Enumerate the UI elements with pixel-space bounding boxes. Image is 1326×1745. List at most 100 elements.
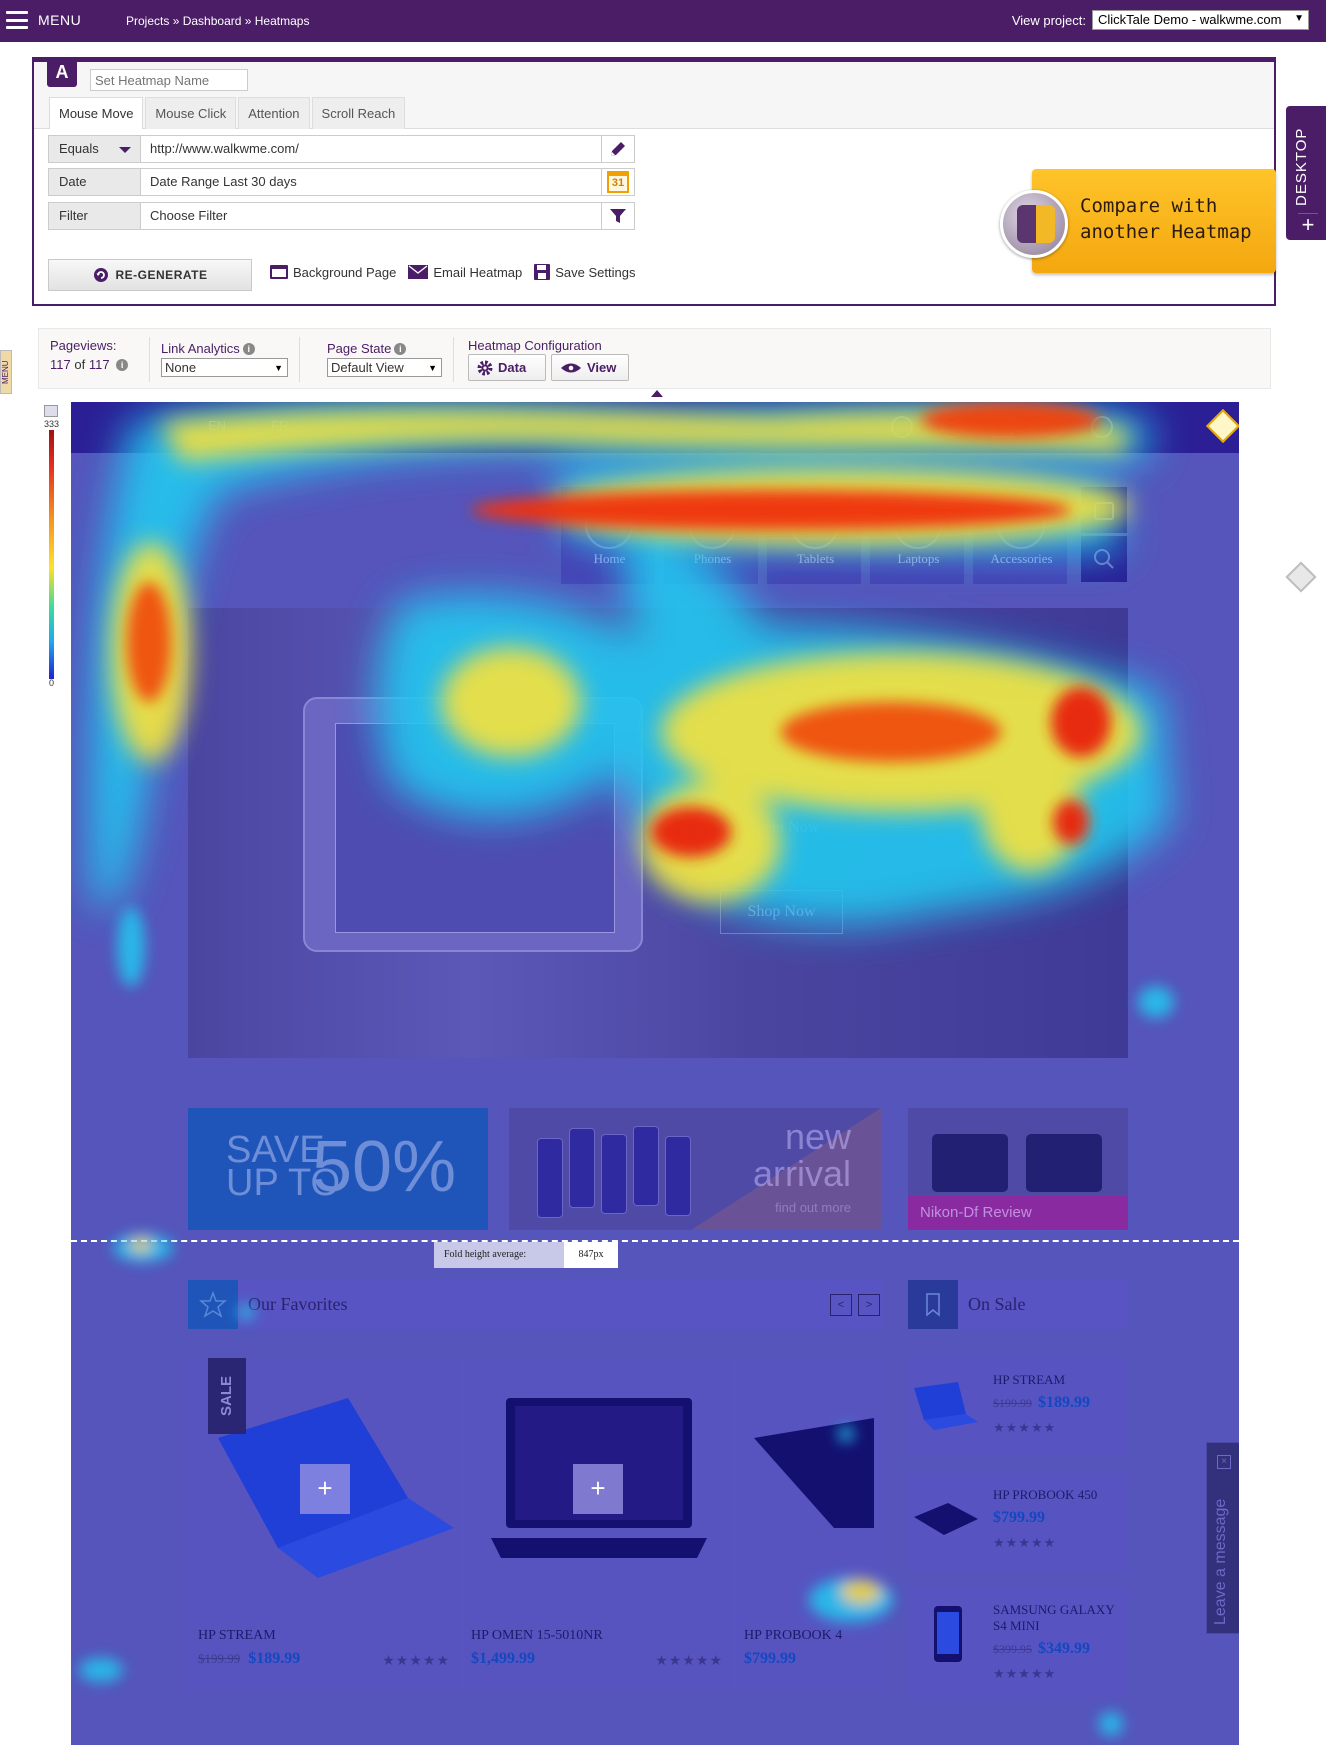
- leave-message-label: Leave a message: [1212, 1498, 1229, 1625]
- breadcrumb-separator: »: [241, 14, 255, 28]
- side-menu-tab[interactable]: MENU: [0, 350, 12, 394]
- phone-icon: [688, 501, 736, 549]
- bag-icon[interactable]: [991, 416, 1013, 438]
- pageviews-label: Pageviews:: [50, 338, 117, 353]
- site-top-bar: EN FR: [71, 402, 1239, 453]
- collapse-arrow-icon[interactable]: [651, 390, 663, 397]
- category-tablets[interactable]: Tablets: [767, 487, 864, 584]
- product-price: $1,499.99: [471, 1650, 535, 1667]
- regenerate-label: RE-GENERATE: [115, 268, 208, 282]
- sale-item-name: HP STREAM: [993, 1372, 1066, 1387]
- carousel-next-button[interactable]: >: [858, 1294, 880, 1316]
- fold-height-value: 847px: [564, 1242, 618, 1268]
- date-range-field[interactable]: Date Range Last 30 days: [141, 169, 601, 195]
- add-to-cart-button[interactable]: +: [573, 1464, 623, 1514]
- sale-item-price: $799.99: [993, 1509, 1045, 1526]
- background-page-button[interactable]: Background Page: [270, 264, 396, 280]
- product-card[interactable]: + HP OMEN 15-5010NR $1,499.99 ★★★★★: [461, 1358, 737, 1691]
- url-filter-row: Equals http://www.walkwme.com/: [48, 135, 635, 163]
- heatmap-letter-badge: A: [47, 58, 77, 87]
- camera-image: [1026, 1134, 1102, 1192]
- date-picker-button[interactable]: 31: [601, 169, 634, 195]
- info-icon[interactable]: i: [242, 343, 255, 355]
- phone-thumbnail: [934, 1606, 962, 1662]
- close-icon[interactable]: ×: [1217, 1455, 1231, 1469]
- tab-mouse-move[interactable]: Mouse Move: [49, 97, 144, 129]
- save-settings-button[interactable]: Save Settings: [534, 264, 635, 280]
- url-field[interactable]: http://www.walkwme.com/: [141, 136, 601, 162]
- save-banner[interactable]: SAVE UP TO 50%: [188, 1108, 488, 1230]
- tablet-icon: [791, 501, 839, 549]
- product-card[interactable]: SALE + HP STREAM $199.99 $189.99 ★★★★★: [188, 1358, 464, 1691]
- gear-icon: [477, 360, 493, 375]
- view-config-button[interactable]: View: [551, 354, 629, 381]
- sale-item[interactable]: SAMSUNG GALAXY S4 MINI $399.95 $349.99 ★★…: [908, 1588, 1128, 1698]
- heatmap-name-input[interactable]: [90, 69, 248, 91]
- language-en[interactable]: EN: [208, 418, 226, 433]
- pageviews-total: 117: [88, 357, 110, 372]
- breadcrumb-dashboard[interactable]: Dashboard: [183, 14, 242, 28]
- breadcrumb-projects[interactable]: Projects: [126, 14, 169, 28]
- language-fr[interactable]: FR: [271, 418, 288, 433]
- feedback-icon[interactable]: [1285, 561, 1317, 593]
- legend-max-value: 333: [44, 419, 60, 429]
- filter-button[interactable]: [601, 203, 634, 229]
- category-label: Home: [593, 551, 626, 566]
- filter-field[interactable]: Choose Filter: [141, 203, 601, 229]
- url-match-select[interactable]: Equals: [49, 136, 141, 162]
- fold-height-label: Fold height average:: [434, 1242, 564, 1268]
- info-icon[interactable]: i: [116, 359, 129, 371]
- hero-banner[interactable]: LENOVO Get Them Now Shop Now: [188, 608, 1128, 1058]
- hero-brand: LENOVO: [720, 699, 1070, 755]
- users-icon[interactable]: [891, 416, 913, 438]
- info-icon[interactable]: i: [394, 343, 407, 355]
- category-phones[interactable]: Phones: [664, 487, 761, 584]
- edit-url-button[interactable]: [601, 136, 634, 162]
- phone-image: [569, 1128, 595, 1208]
- page-state-select[interactable]: Default View: [327, 358, 442, 377]
- tab-mouse-click[interactable]: Mouse Click: [145, 97, 237, 129]
- tab-attention[interactable]: Attention: [238, 97, 310, 129]
- feedback-widget-icon[interactable]: [1206, 409, 1239, 443]
- category-home[interactable]: Home: [561, 487, 658, 584]
- sale-item[interactable]: HP PROBOOK 450 $799.99 ★★★★★: [908, 1473, 1128, 1571]
- category-accessories[interactable]: Accessories: [973, 487, 1070, 584]
- sale-badge: SALE: [208, 1358, 246, 1434]
- main-menu-button[interactable]: MENU: [6, 11, 81, 29]
- shop-now-button[interactable]: Shop Now: [720, 890, 843, 934]
- regenerate-button[interactable]: RE-GENERATE: [48, 259, 252, 291]
- rating-stars: ★★★★★: [993, 1420, 1057, 1435]
- device-desktop-tab[interactable]: DESKTOP +: [1286, 106, 1326, 240]
- add-device-icon[interactable]: +: [1298, 213, 1318, 236]
- data-config-button[interactable]: Data: [468, 354, 546, 381]
- nikon-banner[interactable]: Nikon-Df Review: [908, 1108, 1128, 1230]
- discount-label: 50%: [312, 1127, 457, 1207]
- tab-scroll-reach[interactable]: Scroll Reach: [311, 97, 406, 129]
- product-card[interactable]: HP PROBOOK 4 $799.99: [734, 1358, 884, 1691]
- heart-icon[interactable]: [941, 416, 963, 438]
- home-icon: [585, 501, 633, 549]
- leave-message-widget[interactable]: × Leave a message: [1206, 1442, 1239, 1634]
- checkmark-icon[interactable]: [1041, 416, 1063, 438]
- project-select[interactable]: ClickTale Demo - walkwme.com: [1092, 10, 1309, 30]
- heatmap-actions: Background Page Email Heatmap Save Setti…: [270, 264, 635, 280]
- find-out-more-link[interactable]: find out more: [775, 1200, 851, 1215]
- link-analytics-select[interactable]: None: [161, 358, 288, 377]
- new-arrival-banner[interactable]: new arrival find out more: [509, 1108, 881, 1230]
- site-search-button[interactable]: [1081, 536, 1127, 582]
- email-heatmap-button[interactable]: Email Heatmap: [408, 264, 522, 280]
- breadcrumb-heatmaps[interactable]: Heatmaps: [255, 14, 310, 28]
- category-laptops[interactable]: Laptops: [870, 487, 967, 584]
- cart-icon: [1094, 502, 1114, 520]
- on-sale-header: On Sale: [908, 1280, 1128, 1329]
- carousel-prev-button[interactable]: <: [830, 1294, 852, 1316]
- sale-item[interactable]: HP STREAM $199.99 $189.99 ★★★★★: [908, 1358, 1128, 1456]
- image-icon[interactable]: [44, 405, 58, 417]
- phone-image: [537, 1138, 563, 1218]
- add-to-cart-button[interactable]: +: [300, 1464, 350, 1514]
- compare-heatmap-button[interactable]: Compare with another Heatmap: [1000, 163, 1278, 273]
- cart-button[interactable]: [1081, 487, 1127, 533]
- favorites-header: Our Favorites < >: [188, 1280, 884, 1329]
- power-icon[interactable]: [1091, 416, 1113, 438]
- camera-image: [932, 1134, 1008, 1192]
